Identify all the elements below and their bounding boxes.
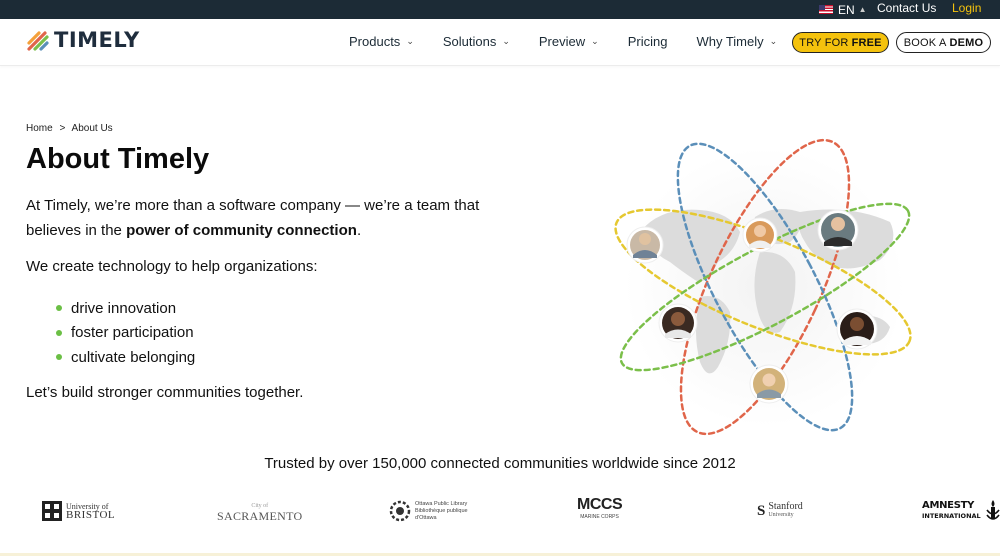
top-utility-bar: EN ▲ Contact Us Login <box>0 0 1000 19</box>
chevron-down-icon: ⌄ <box>769 36 778 46</box>
nav-label: Why Timely <box>696 34 764 49</box>
try-for-free-button[interactable]: TRY FOR FREE <box>792 32 889 53</box>
book-a-demo-button[interactable]: BOOK A DEMO <box>896 32 991 53</box>
goals-list: drive innovation foster participation cu… <box>56 296 195 370</box>
bristol-line2: BRISTOL <box>66 509 116 521</box>
ottawa-line2: Bibliothèque publique d'Ottawa <box>415 507 468 521</box>
logo-city-of-sacramento: City of SACRAMENTO <box>217 494 302 528</box>
candle-icon <box>986 500 1000 520</box>
logo-ottawa-public-library: Ottawa Public Library Bibliothèque publi… <box>389 494 475 528</box>
chevron-down-icon: ⌄ <box>406 36 414 46</box>
login-link[interactable]: Login <box>952 1 981 15</box>
list-item: drive innovation <box>56 296 195 321</box>
nav-why-timely[interactable]: Why Timely ⌄ <box>696 34 777 49</box>
demo-strong: DEMO <box>949 36 984 49</box>
logo-university-of-bristol: University of BRISTOL <box>41 494 115 528</box>
closing-paragraph: Let’s build stronger communities togethe… <box>26 384 304 401</box>
nav-label: Preview <box>538 34 586 49</box>
nav-label: Solutions <box>442 34 497 49</box>
bristol-crest-icon <box>42 501 62 521</box>
nav-products[interactable]: Products ⌄ <box>349 34 414 49</box>
avatar <box>658 303 698 343</box>
language-label: EN <box>838 2 855 17</box>
client-logos: University of BRISTOL City of SACRAMENTO… <box>0 494 1000 528</box>
language-selector[interactable]: EN ▲ <box>819 2 867 17</box>
nav-label: Pricing <box>627 34 668 49</box>
stanford-s-icon: S <box>757 502 766 519</box>
green-dot-icon <box>56 354 62 361</box>
avatar <box>749 364 789 404</box>
list-item: foster participation <box>56 321 195 346</box>
demo-prefix: BOOK A <box>903 36 947 49</box>
avatar <box>836 308 878 350</box>
chevron-up-icon: ▲ <box>858 5 867 14</box>
green-dot-icon <box>56 305 62 312</box>
ottawa-library-icon <box>389 500 411 522</box>
sacramento-line2: SACRAMENTO <box>217 509 303 523</box>
intro-end: . <box>356 222 362 239</box>
logo-amnesty-international: AMNESTY INTERNATIONAL <box>922 494 1000 528</box>
page-title: About Timely <box>26 143 210 175</box>
stanford-line1: Stanford <box>768 501 803 512</box>
logo-mccs-marine-corps: MCCS MARINE CORPS <box>577 494 623 528</box>
intro-highlight: power of community connection <box>126 222 357 239</box>
try-strong: FREE <box>851 36 882 49</box>
nav-preview[interactable]: Preview ⌄ <box>539 34 599 49</box>
community-globe-illustration <box>614 138 912 436</box>
stanford-line2: University <box>768 512 794 518</box>
timely-logo[interactable]: TIMELY <box>26 28 140 52</box>
nav-label: Products <box>349 34 401 49</box>
logo-stanford-university: S Stanford University <box>757 494 803 528</box>
breadcrumb-current: About Us <box>71 123 113 134</box>
avatar <box>742 217 778 253</box>
main-header: TIMELY Products ⌄ Solutions ⌄ Preview ⌄ … <box>0 19 1000 66</box>
trusted-by-text: Trusted by over 150,000 connected commun… <box>264 455 736 472</box>
green-dot-icon <box>56 329 62 336</box>
chevron-down-icon: ⌄ <box>502 36 510 46</box>
amnesty-line2: INTERNATIONAL <box>922 512 981 520</box>
avatar <box>817 209 859 251</box>
us-flag-icon <box>819 5 833 14</box>
mccs-line1: MCCS <box>577 496 623 513</box>
intro-paragraph: At Timely, we’re more than a software co… <box>26 193 496 243</box>
nav-pricing[interactable]: Pricing <box>628 34 668 49</box>
amnesty-line1: AMNESTY <box>922 500 975 511</box>
create-paragraph: We create technology to help organizatio… <box>26 258 318 275</box>
try-prefix: TRY FOR <box>799 36 849 49</box>
contact-us-link[interactable]: Contact Us <box>877 1 936 15</box>
list-item-label: drive innovation <box>71 299 177 317</box>
breadcrumb-separator: > <box>59 123 66 134</box>
timely-logo-icon <box>27 31 49 51</box>
list-item-label: foster participation <box>71 324 194 342</box>
brand-name: TIMELY <box>54 28 140 52</box>
breadcrumb-home[interactable]: Home <box>26 123 53 134</box>
avatar <box>626 226 664 264</box>
list-item-label: cultivate belonging <box>71 348 196 366</box>
chevron-down-icon: ⌄ <box>591 36 599 46</box>
nav-solutions[interactable]: Solutions ⌄ <box>443 34 510 49</box>
mccs-line2: MARINE CORPS <box>580 514 619 520</box>
main-nav: Products ⌄ Solutions ⌄ Preview ⌄ Pricing… <box>349 34 806 49</box>
breadcrumb: Home > About Us <box>26 123 117 134</box>
ottawa-line1: Ottawa Public Library <box>415 500 468 507</box>
list-item: cultivate belonging <box>56 345 195 370</box>
